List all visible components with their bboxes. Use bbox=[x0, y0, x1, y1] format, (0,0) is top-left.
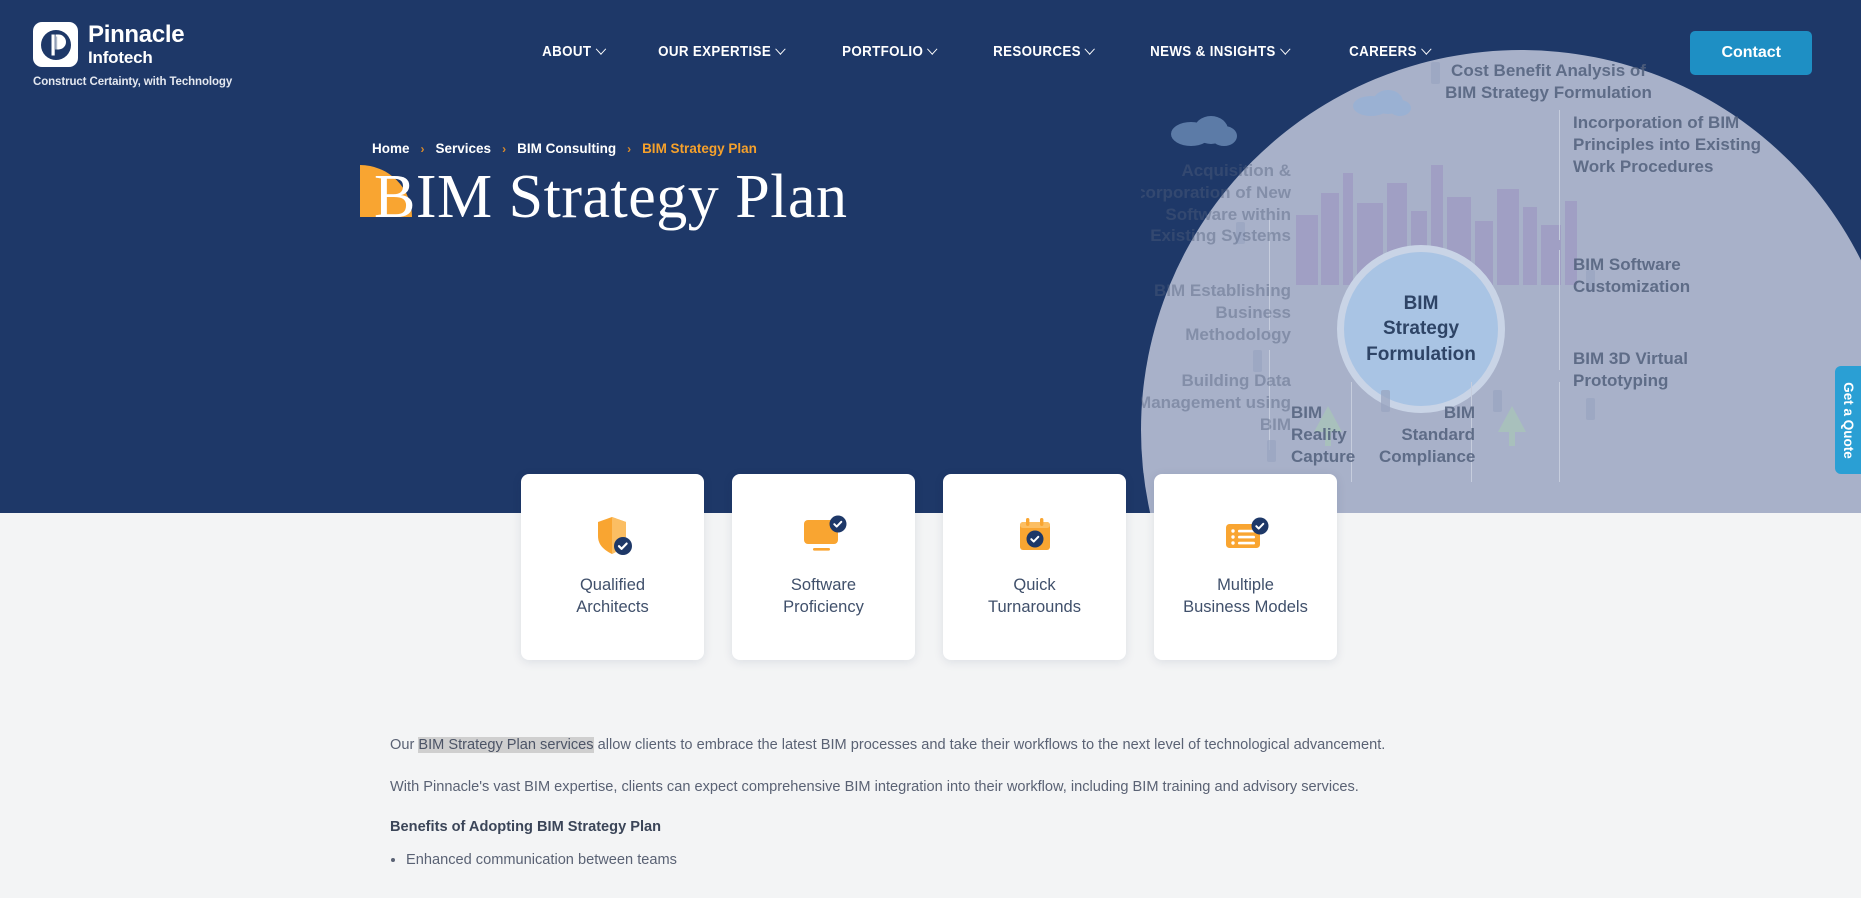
nav-item-our-expertise[interactable]: OUR EXPERTISE bbox=[636, 38, 806, 66]
infographic-label: BIM Reality Capture bbox=[1291, 403, 1356, 466]
brand-tagline: Construct Certainty, with Technology bbox=[33, 76, 233, 88]
infographic-label: BIM Software Customization bbox=[1573, 255, 1691, 296]
breadcrumb-separator-icon: › bbox=[502, 141, 507, 156]
logo-name-line2: Infotech bbox=[88, 48, 153, 67]
nav-label: CAREERS bbox=[1348, 44, 1417, 60]
infographic-label: Building Data Management using BIM bbox=[1141, 371, 1291, 434]
nav-label: RESOURCES bbox=[992, 44, 1081, 60]
chevron-down-icon bbox=[1420, 43, 1431, 55]
chevron-down-icon bbox=[595, 43, 606, 55]
nav-label: PORTFOLIO bbox=[842, 44, 924, 60]
para1-pre: Our bbox=[390, 737, 419, 753]
feature-card-label: Multiple Business Models bbox=[1183, 576, 1308, 616]
chevron-down-icon bbox=[774, 43, 786, 55]
divider bbox=[1559, 382, 1560, 482]
nav-label: ABOUT bbox=[542, 44, 592, 60]
benefits-heading: Benefits of Adopting BIM Strategy Plan bbox=[390, 818, 662, 835]
breadcrumb-separator-icon: › bbox=[627, 141, 632, 156]
site-header: Pinnacle Infotech Construct Certainty, w… bbox=[0, 0, 1861, 97]
main-nav: ABOUT OUR EXPERTISE PORTFOLIO RESOURCES … bbox=[520, 38, 1462, 66]
para1-highlight: BIM Strategy Plan services bbox=[418, 737, 594, 753]
breadcrumb-item-services[interactable]: Services bbox=[436, 141, 492, 156]
intro-paragraph-2: With Pinnacle's vast BIM expertise, clie… bbox=[390, 778, 1359, 795]
breadcrumb: Home › Services › BIM Consulting › BIM S… bbox=[372, 141, 757, 156]
infographic-center-label: BIM Strategy Formulation bbox=[1337, 245, 1505, 413]
breadcrumb-separator-icon: › bbox=[420, 141, 425, 156]
nav-label: OUR EXPERTISE bbox=[657, 44, 771, 60]
nav-item-careers[interactable]: CAREERS bbox=[1327, 38, 1452, 66]
feature-card-quick-turnarounds[interactable]: Quick Turnarounds bbox=[943, 474, 1126, 660]
breadcrumb-item-home[interactable]: Home bbox=[372, 141, 410, 156]
feature-card-label: Quick Turnarounds bbox=[988, 576, 1081, 616]
logo[interactable]: Pinnacle Infotech Construct Certainty, w… bbox=[33, 22, 232, 88]
page-root: BIM Strategy Formulation Cost Benefit An… bbox=[0, 0, 1861, 898]
get-a-quote-tab[interactable]: Get a Quote bbox=[1835, 366, 1861, 474]
divider bbox=[1559, 110, 1560, 240]
infographic-label: Incorporation of BIM Principles into Exi… bbox=[1573, 113, 1761, 176]
main-content: Our BIM Strategy Plan services allow cli… bbox=[390, 735, 1490, 872]
page-title-wrap: BIM Strategy Plan bbox=[360, 163, 848, 231]
get-a-quote-label: Get a Quote bbox=[1840, 381, 1856, 459]
feature-card-qualified-architects[interactable]: Qualified Architects bbox=[521, 474, 704, 660]
infographic-label: BIM Establishing Business Methodology bbox=[1154, 281, 1291, 344]
feature-card-label: Software Proficiency bbox=[783, 576, 864, 616]
logo-name-line1: Pinnacle bbox=[88, 21, 185, 48]
chevron-down-icon bbox=[1279, 43, 1291, 55]
feature-card-label: Qualified Architects bbox=[576, 576, 649, 616]
shield-check-icon bbox=[592, 510, 634, 562]
feature-cards: Qualified Architects Software Proficienc… bbox=[521, 474, 1337, 660]
infographic-center-text: BIM Strategy Formulation bbox=[1366, 292, 1476, 365]
divider bbox=[1559, 250, 1560, 370]
list-check-icon bbox=[1222, 510, 1270, 562]
infographic-label: Acquisition & Incorporation of New Softw… bbox=[1141, 161, 1291, 246]
chevron-down-icon bbox=[927, 43, 939, 55]
nav-item-news-insights[interactable]: NEWS & INSIGHTS bbox=[1128, 38, 1311, 66]
cloud-icon bbox=[1171, 116, 1237, 146]
infographic-label: BIM Standard Compliance bbox=[1379, 403, 1476, 466]
breadcrumb-item-bim-consulting[interactable]: BIM Consulting bbox=[517, 141, 616, 156]
infographic-label: BIM 3D Virtual Prototyping bbox=[1573, 349, 1688, 390]
feature-card-software-proficiency[interactable]: Software Proficiency bbox=[732, 474, 915, 660]
para1-post: allow clients to embrace the latest BIM … bbox=[593, 737, 1386, 753]
benefits-list: Enhanced communication between teams bbox=[390, 849, 1490, 872]
nav-item-resources[interactable]: RESOURCES bbox=[971, 38, 1116, 66]
list-item: Enhanced communication between teams bbox=[390, 849, 1490, 872]
breadcrumb-current: BIM Strategy Plan bbox=[642, 141, 757, 156]
calendar-check-icon bbox=[1015, 510, 1055, 562]
intro-paragraph-1: Our BIM Strategy Plan services allow cli… bbox=[390, 735, 1490, 757]
page-title: BIM Strategy Plan bbox=[374, 163, 848, 231]
nav-label: NEWS & INSIGHTS bbox=[1150, 44, 1276, 60]
nav-item-portfolio[interactable]: PORTFOLIO bbox=[820, 38, 958, 66]
nav-item-about[interactable]: ABOUT bbox=[520, 38, 626, 66]
monitor-check-icon bbox=[800, 510, 848, 562]
pinnacle-p-logo-icon bbox=[33, 22, 78, 67]
hero-infographic: BIM Strategy Formulation Cost Benefit An… bbox=[1141, 50, 1861, 513]
feature-card-multiple-business-models[interactable]: Multiple Business Models bbox=[1154, 474, 1337, 660]
chevron-down-icon bbox=[1084, 43, 1095, 55]
contact-button[interactable]: Contact bbox=[1690, 31, 1812, 75]
